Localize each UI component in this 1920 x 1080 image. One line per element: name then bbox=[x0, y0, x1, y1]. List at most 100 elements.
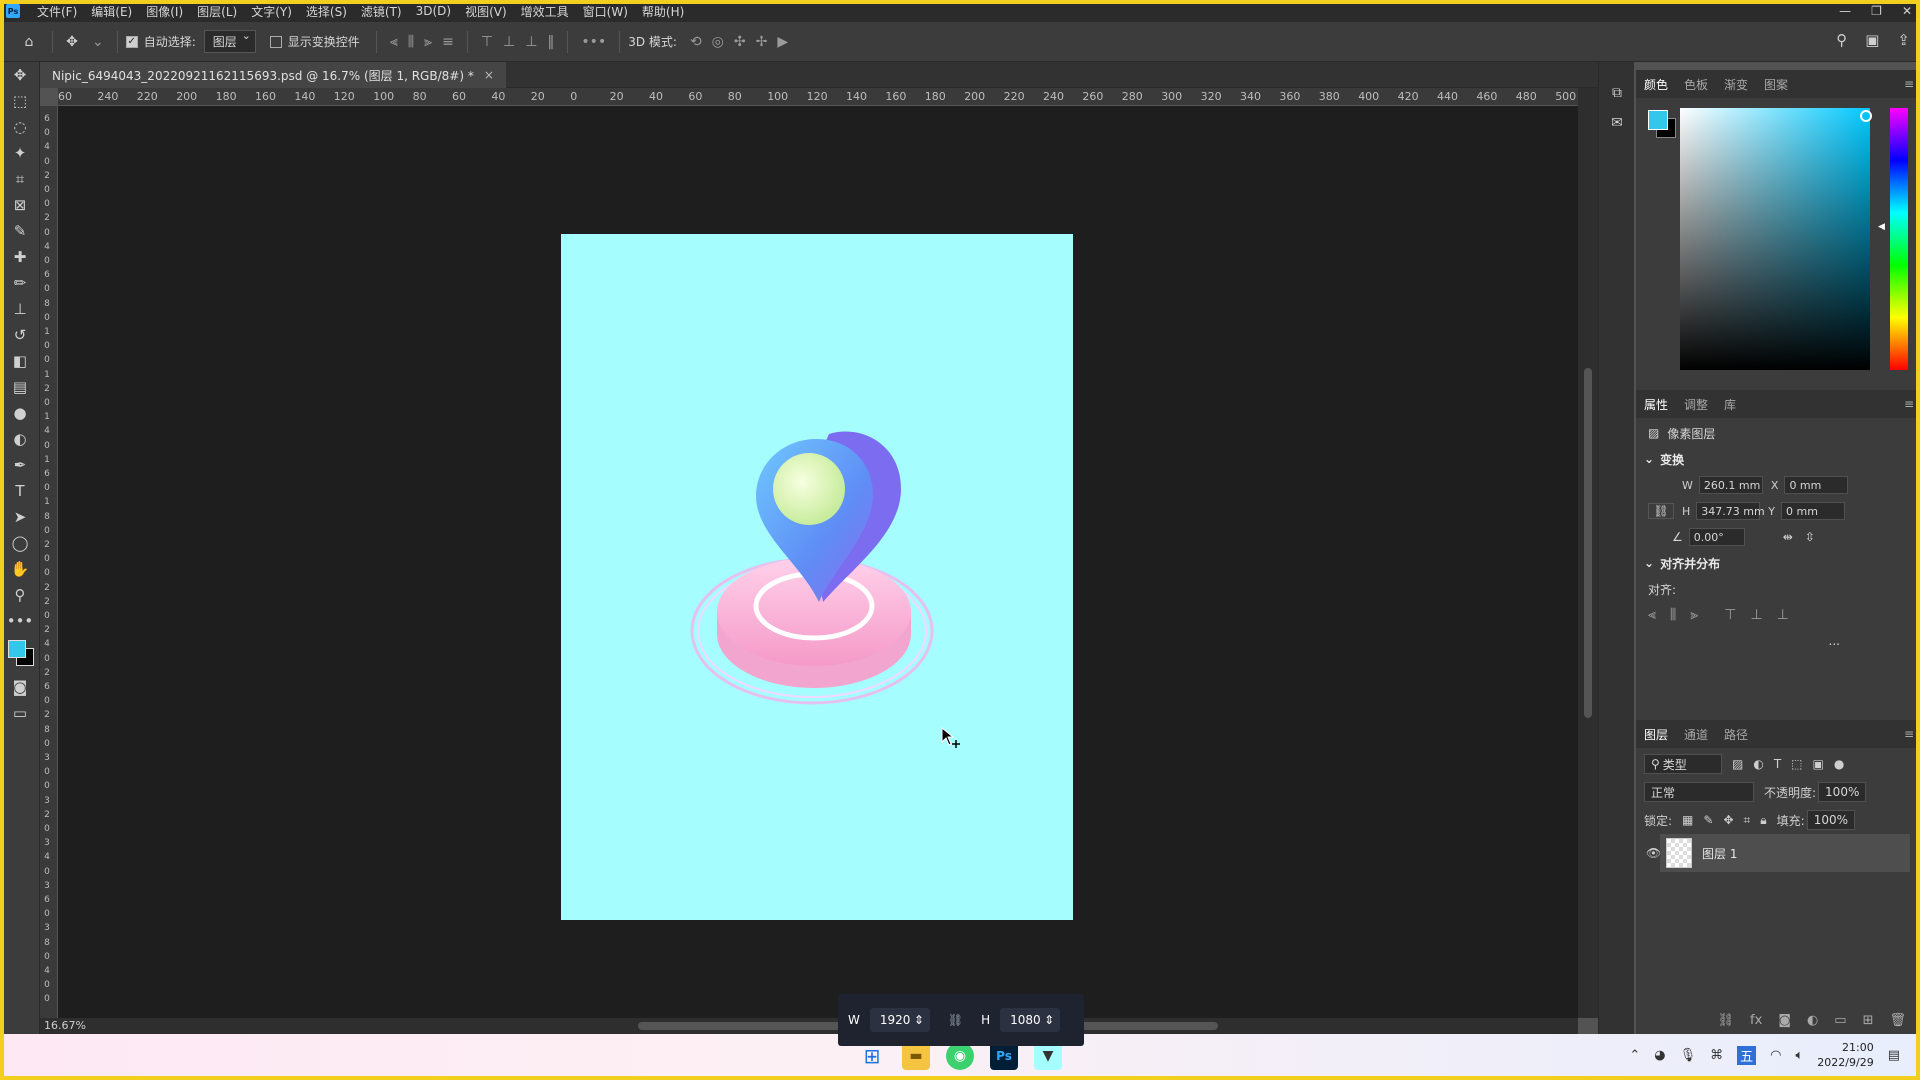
search-icon[interactable]: ⚲ bbox=[1836, 31, 1847, 49]
menu-image[interactable]: 图像(I) bbox=[139, 3, 190, 20]
marquee-tool-icon[interactable]: ⬚ bbox=[0, 88, 40, 114]
volume-icon[interactable]: 🔈︎ bbox=[1795, 1048, 1803, 1063]
color-field[interactable] bbox=[1680, 108, 1870, 370]
browser-icon[interactable]: ◉ bbox=[946, 1042, 974, 1070]
zoom-tool-icon[interactable]: ⚲ bbox=[0, 582, 40, 608]
delete-layer-icon[interactable]: 🗑︎ bbox=[1889, 1013, 1906, 1028]
tab-channels[interactable]: 通道 bbox=[1684, 726, 1708, 743]
share-icon[interactable]: ⇪ bbox=[1897, 31, 1910, 49]
healing-brush-tool-icon[interactable]: ✚ bbox=[0, 244, 40, 270]
artboard[interactable] bbox=[561, 234, 1073, 920]
align-right-icon[interactable]: ⫸ bbox=[424, 34, 432, 50]
network-app-icon[interactable]: ⌘ bbox=[1710, 1048, 1723, 1063]
flip-horizontal-icon[interactable]: ⇹ bbox=[1783, 530, 1793, 544]
height-field[interactable]: 347.73 mm bbox=[1696, 502, 1765, 520]
menu-3d[interactable]: 3D(D) bbox=[409, 4, 458, 18]
filter-type-icon[interactable]: T bbox=[1774, 757, 1781, 771]
align-right-icon[interactable]: ⫸ bbox=[1690, 607, 1698, 623]
tab-patterns[interactable]: 图案 bbox=[1764, 76, 1788, 93]
wifi-icon[interactable]: ◠ bbox=[1770, 1048, 1781, 1063]
more-options-icon[interactable]: ••• bbox=[581, 34, 606, 50]
transform-section[interactable]: ⌄ 变换 bbox=[1636, 446, 1920, 472]
add-mask-icon[interactable]: ◙ bbox=[1778, 1013, 1791, 1028]
align-section[interactable]: ⌄ 对齐并分布 bbox=[1636, 550, 1920, 576]
roll-3d-icon[interactable]: ◎ bbox=[712, 34, 724, 50]
align-middle-icon[interactable]: ⊥ bbox=[503, 34, 515, 50]
comments-panel-icon[interactable]: ✉ bbox=[1599, 108, 1635, 138]
microphone-icon[interactable]: 🎙︎ bbox=[1680, 1048, 1697, 1063]
tray-expand-icon[interactable]: ⌃ bbox=[1629, 1048, 1640, 1063]
more-align-options[interactable]: ... bbox=[1829, 634, 1840, 648]
history-brush-tool-icon[interactable]: ↺ bbox=[0, 322, 40, 348]
slide-3d-icon[interactable]: ✢ bbox=[756, 34, 768, 50]
lock-artboard-icon[interactable]: ⌗ bbox=[1744, 813, 1751, 828]
auto-select-checkbox[interactable]: ✓ bbox=[125, 35, 138, 48]
dodge-tool-icon[interactable]: ◐ bbox=[0, 426, 40, 452]
x-field[interactable]: 0 mm bbox=[1784, 476, 1849, 494]
opacity-field[interactable]: 100% bbox=[1818, 782, 1867, 802]
lock-transparency-icon[interactable]: ▦ bbox=[1682, 813, 1693, 827]
move-tool-icon[interactable]: ✥ bbox=[0, 62, 40, 88]
tab-gradients[interactable]: 渐变 bbox=[1724, 76, 1748, 93]
magic-wand-tool-icon[interactable]: ✦ bbox=[0, 140, 40, 166]
zoom-level[interactable]: 16.67% bbox=[40, 1018, 100, 1034]
clock[interactable]: 21:00 2022/9/29 bbox=[1817, 1040, 1873, 1070]
layer-style-icon[interactable]: fx bbox=[1750, 1013, 1762, 1028]
flip-vertical-icon[interactable]: ⇳ bbox=[1805, 530, 1815, 544]
panel-menu-icon[interactable]: ≡ bbox=[1904, 397, 1914, 411]
panel-menu-icon[interactable]: ≡ bbox=[1904, 727, 1914, 741]
eyedropper-tool-icon[interactable]: ✎ bbox=[0, 218, 40, 244]
align-hcenter-icon[interactable]: ⫼ bbox=[1670, 607, 1676, 623]
menu-select[interactable]: 选择(S) bbox=[299, 3, 354, 20]
menu-plugins[interactable]: 增效工具 bbox=[514, 3, 576, 20]
align-left-icon[interactable]: ⫷ bbox=[390, 34, 398, 50]
align-top-icon[interactable]: ⊤ bbox=[481, 34, 493, 50]
show-transform-checkbox[interactable] bbox=[269, 35, 282, 48]
home-icon[interactable]: ⌂ bbox=[18, 31, 40, 53]
tab-adjustments[interactable]: 调整 bbox=[1684, 396, 1708, 413]
visibility-eye-icon[interactable]: 👁︎ bbox=[1646, 846, 1661, 860]
align-top-icon[interactable]: ⊤ bbox=[1724, 607, 1736, 623]
align-left-icon[interactable]: ⫷ bbox=[1648, 607, 1656, 623]
layer-filter-dropdown[interactable]: ⚲ 类型 bbox=[1644, 754, 1722, 774]
width-field[interactable]: 260.1 mm bbox=[1698, 476, 1763, 494]
tab-libraries[interactable]: 库 bbox=[1724, 396, 1736, 413]
align-bottom-icon[interactable]: ⊥ bbox=[1777, 607, 1789, 623]
notification-icon[interactable]: ▤ bbox=[1888, 1048, 1900, 1063]
windows-start-icon[interactable]: ⊞ bbox=[858, 1042, 886, 1070]
link-layers-icon[interactable]: ⛓ bbox=[1718, 1013, 1735, 1028]
ime-indicator[interactable]: 五 bbox=[1737, 1045, 1757, 1065]
history-panel-icon[interactable]: ⧉ bbox=[1599, 78, 1635, 108]
lock-pixels-icon[interactable]: ✎ bbox=[1703, 813, 1713, 827]
blend-mode-dropdown[interactable]: 正常 bbox=[1644, 782, 1754, 802]
new-group-icon[interactable]: ▭ bbox=[1834, 1013, 1846, 1028]
distribute-icon[interactable]: ≡ bbox=[442, 34, 454, 50]
distribute-vertical-icon[interactable]: ‖ bbox=[547, 34, 554, 50]
tab-swatches[interactable]: 色板 bbox=[1684, 76, 1708, 93]
crop-tool-icon[interactable]: ⌗ bbox=[0, 166, 40, 192]
pen-tool-icon[interactable]: ✒ bbox=[0, 452, 40, 478]
minimize-icon[interactable]: — bbox=[1839, 4, 1851, 18]
filter-adjustment-icon[interactable]: ◐ bbox=[1753, 757, 1763, 771]
angle-field[interactable]: 0.00° bbox=[1688, 528, 1745, 546]
menu-layer[interactable]: 图层(L) bbox=[190, 3, 244, 20]
y-field[interactable]: 0 mm bbox=[1781, 502, 1846, 520]
color-swatches[interactable] bbox=[0, 634, 39, 674]
blur-tool-icon[interactable]: ● bbox=[0, 400, 40, 426]
tab-paths[interactable]: 路径 bbox=[1724, 726, 1748, 743]
filter-shape-icon[interactable]: ⬚ bbox=[1791, 757, 1802, 771]
align-bottom-icon[interactable]: ⊥ bbox=[525, 34, 537, 50]
menu-window[interactable]: 窗口(W) bbox=[576, 3, 635, 20]
foreground-color[interactable] bbox=[8, 640, 26, 658]
menu-help[interactable]: 帮助(H) bbox=[635, 3, 691, 20]
pan-3d-icon[interactable]: ✣ bbox=[734, 34, 746, 50]
quick-mask-icon[interactable]: ◙ bbox=[0, 674, 40, 700]
edit-toolbar-icon[interactable]: ••• bbox=[0, 608, 40, 634]
camera-3d-icon[interactable]: ▶ bbox=[777, 34, 788, 50]
file-explorer-icon[interactable]: ▬ bbox=[902, 1042, 930, 1070]
hue-slider[interactable] bbox=[1890, 108, 1908, 370]
restore-icon[interactable]: ❐ bbox=[1871, 4, 1882, 18]
align-vcenter-icon[interactable]: ⊥ bbox=[1750, 607, 1762, 623]
filter-smart-object-icon[interactable]: ▣ bbox=[1813, 757, 1824, 771]
filter-pixel-icon[interactable]: ▨ bbox=[1732, 757, 1743, 771]
